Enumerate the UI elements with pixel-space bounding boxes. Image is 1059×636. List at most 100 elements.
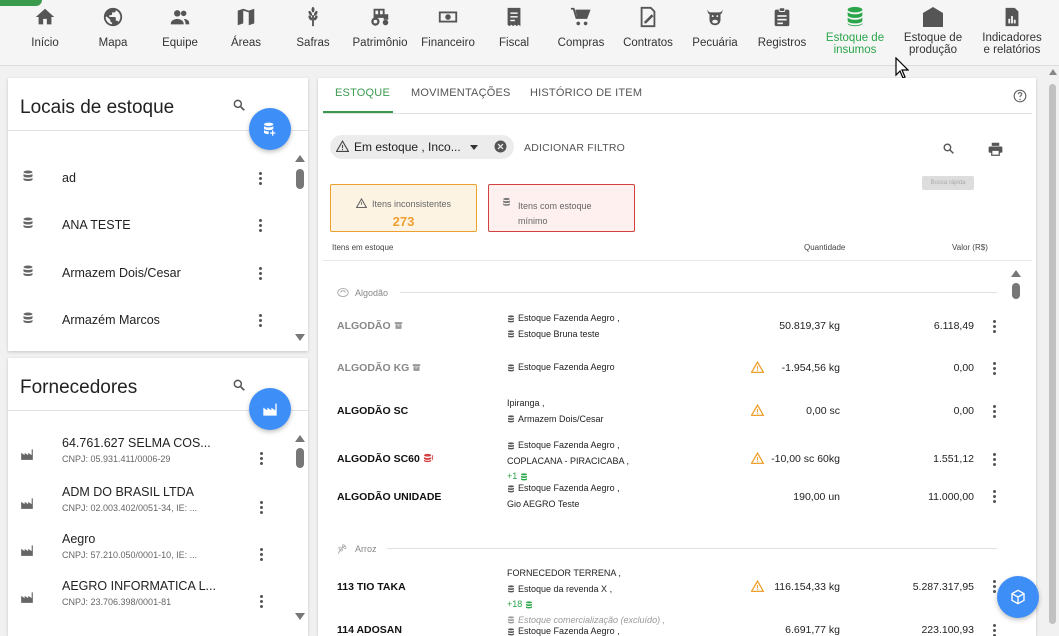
print-icon[interactable] bbox=[988, 142, 1003, 156]
nav-equipe[interactable]: Equipe bbox=[157, 0, 203, 66]
cotton-icon bbox=[336, 287, 350, 298]
nav-indicadores[interactable]: Indicadores e relatórios bbox=[980, 0, 1044, 66]
nav-label: Patrimônio bbox=[352, 37, 408, 49]
nav-estoque-insumos[interactable]: Estoque de insumos bbox=[823, 0, 887, 66]
scroll-up-icon[interactable] bbox=[295, 155, 305, 162]
supplier-item[interactable]: AEGRO INFORMATICA L... CNPJ: 23.706.398/… bbox=[8, 579, 298, 625]
scrollbar-thumb[interactable] bbox=[1012, 283, 1020, 299]
nav-inicio[interactable]: Início bbox=[22, 0, 68, 66]
more-icon[interactable] bbox=[259, 267, 263, 280]
search-icon[interactable] bbox=[942, 142, 955, 155]
tab-estoque[interactable]: ESTOQUE bbox=[335, 87, 390, 99]
nav-safras[interactable]: Safras bbox=[290, 0, 336, 66]
nav-label: Estoque de insumos bbox=[826, 32, 884, 56]
nav-areas[interactable]: Áreas bbox=[223, 0, 269, 66]
locais-search-icon[interactable] bbox=[232, 98, 246, 112]
scrollbar-thumb[interactable] bbox=[1049, 84, 1056, 624]
item-value: 0,00 bbox=[953, 405, 974, 417]
scrollbar-thumb[interactable] bbox=[296, 169, 304, 189]
nav-label: Pecuária bbox=[692, 37, 738, 49]
nav-financeiro[interactable]: Financeiro bbox=[420, 0, 476, 66]
col-header-qty: Quantidade bbox=[804, 243, 846, 252]
item-value: 0,00 bbox=[953, 362, 974, 374]
nav-patrimonio[interactable]: Patrimônio bbox=[352, 0, 408, 66]
nav-compras[interactable]: Compras bbox=[557, 0, 605, 66]
scroll-down-icon[interactable] bbox=[295, 334, 305, 341]
nav-registros[interactable]: Registros bbox=[756, 0, 808, 66]
col-header-value: Valor (R$) bbox=[952, 243, 988, 252]
more-icon[interactable] bbox=[260, 501, 264, 514]
chevron-down-icon[interactable] bbox=[470, 145, 478, 150]
more-icon[interactable] bbox=[993, 453, 997, 466]
fornecedores-search-icon[interactable] bbox=[232, 378, 246, 392]
scroll-up-icon[interactable] bbox=[1011, 270, 1021, 277]
location-item[interactable]: ad bbox=[8, 158, 298, 198]
status-filter-chip[interactable]: Em estoque , Inco... bbox=[330, 135, 514, 159]
nav-fiscal[interactable]: Fiscal bbox=[491, 0, 537, 66]
nav-contratos[interactable]: Contratos bbox=[622, 0, 674, 66]
location-name: Armazém Marcos bbox=[62, 313, 160, 327]
more-icon[interactable] bbox=[259, 314, 263, 327]
database-add-icon bbox=[264, 122, 276, 136]
more-icon[interactable] bbox=[259, 219, 263, 232]
tab-historico[interactable]: HISTÓRICO DE ITEM bbox=[530, 87, 642, 99]
supplier-item[interactable]: 64.761.627 SELMA COS... CNPJ: 05.931.411… bbox=[8, 436, 298, 482]
people-icon bbox=[167, 4, 193, 30]
box-add-icon bbox=[1011, 589, 1025, 605]
more-icon[interactable] bbox=[993, 320, 997, 333]
scroll-down-icon[interactable] bbox=[295, 613, 305, 620]
more-icon[interactable] bbox=[260, 452, 264, 465]
item-value: 6.118,49 bbox=[933, 320, 974, 332]
database-icon bbox=[526, 601, 533, 609]
card-label-line1: Itens com estoque bbox=[518, 201, 592, 211]
nav-estoque-producao[interactable]: Estoque de produção bbox=[902, 0, 964, 66]
supplier-item[interactable]: ADM DO BRASIL LTDA CNPJ: 02.003.402/0051… bbox=[8, 485, 298, 531]
scrollbar-thumb[interactable] bbox=[296, 448, 304, 468]
scroll-up-icon[interactable] bbox=[295, 435, 305, 442]
more-icon[interactable] bbox=[993, 362, 997, 375]
item-locations: FORNECEDOR TERRENA , Estoque da revenda … bbox=[507, 566, 665, 628]
nav-mapa[interactable]: Mapa bbox=[90, 0, 136, 66]
more-icon[interactable] bbox=[993, 580, 997, 593]
add-filter-button[interactable]: ADICIONAR FILTRO bbox=[524, 142, 625, 154]
database-icon bbox=[508, 628, 514, 636]
supplier-name: 64.761.627 SELMA COS... bbox=[62, 436, 211, 450]
page-scrollbar[interactable] bbox=[1046, 66, 1059, 636]
database-icon bbox=[508, 585, 514, 593]
more-locations-count[interactable]: +18 bbox=[507, 597, 522, 613]
item-value: 11.000,00 bbox=[928, 491, 974, 503]
item-quantity: 6.691,77 kg bbox=[785, 624, 840, 636]
nav-label: Mapa bbox=[98, 37, 128, 49]
location-text: Gio AEGRO Teste bbox=[507, 498, 580, 509]
more-icon[interactable] bbox=[993, 405, 997, 418]
supplier-name: Aegro bbox=[62, 532, 96, 546]
more-icon[interactable] bbox=[993, 490, 997, 503]
add-supplier-button[interactable] bbox=[249, 388, 291, 430]
nav-label: Contratos bbox=[623, 37, 673, 49]
factory-icon bbox=[20, 496, 34, 510]
help-icon[interactable] bbox=[1013, 89, 1027, 103]
location-item[interactable]: Armazem Dois/Cesar bbox=[8, 253, 298, 293]
tab-movimentacoes[interactable]: MOVIMENTAÇÕES bbox=[411, 87, 511, 99]
location-text: FORNECEDOR TERRENA , bbox=[507, 568, 621, 578]
location-item[interactable]: ANA TESTE bbox=[8, 205, 298, 245]
more-icon[interactable] bbox=[260, 595, 264, 608]
clear-filter-icon[interactable] bbox=[494, 140, 507, 153]
item-locations: Estoque Fazenda Aegro , Gio AEGRO Teste bbox=[507, 481, 620, 512]
report-icon bbox=[999, 4, 1025, 30]
add-location-button[interactable] bbox=[249, 108, 291, 150]
inconsistent-items-card[interactable]: Itens inconsistentes 273 bbox=[330, 184, 477, 232]
minimum-stock-card[interactable]: Itens com estoque mínimo bbox=[488, 184, 635, 232]
item-quantity: 50.819,37 kg bbox=[779, 320, 840, 332]
location-text: Estoque Fazenda Aegro , bbox=[518, 483, 620, 493]
nav-label-line2: insumos bbox=[833, 44, 877, 56]
more-icon[interactable] bbox=[993, 624, 997, 636]
supplier-item[interactable]: Aegro CNPJ: 57.210.050/0001-10, IE: ... bbox=[8, 532, 298, 578]
scroll-up-icon[interactable] bbox=[1049, 69, 1057, 75]
more-icon[interactable] bbox=[259, 172, 263, 185]
more-icon[interactable] bbox=[260, 548, 264, 561]
add-stock-item-button[interactable] bbox=[997, 576, 1039, 618]
nav-pecuaria[interactable]: Pecuária bbox=[690, 0, 740, 66]
item-quantity: -10,00 sc 60kg bbox=[771, 453, 840, 465]
location-item[interactable]: Armazém Marcos bbox=[8, 300, 298, 340]
